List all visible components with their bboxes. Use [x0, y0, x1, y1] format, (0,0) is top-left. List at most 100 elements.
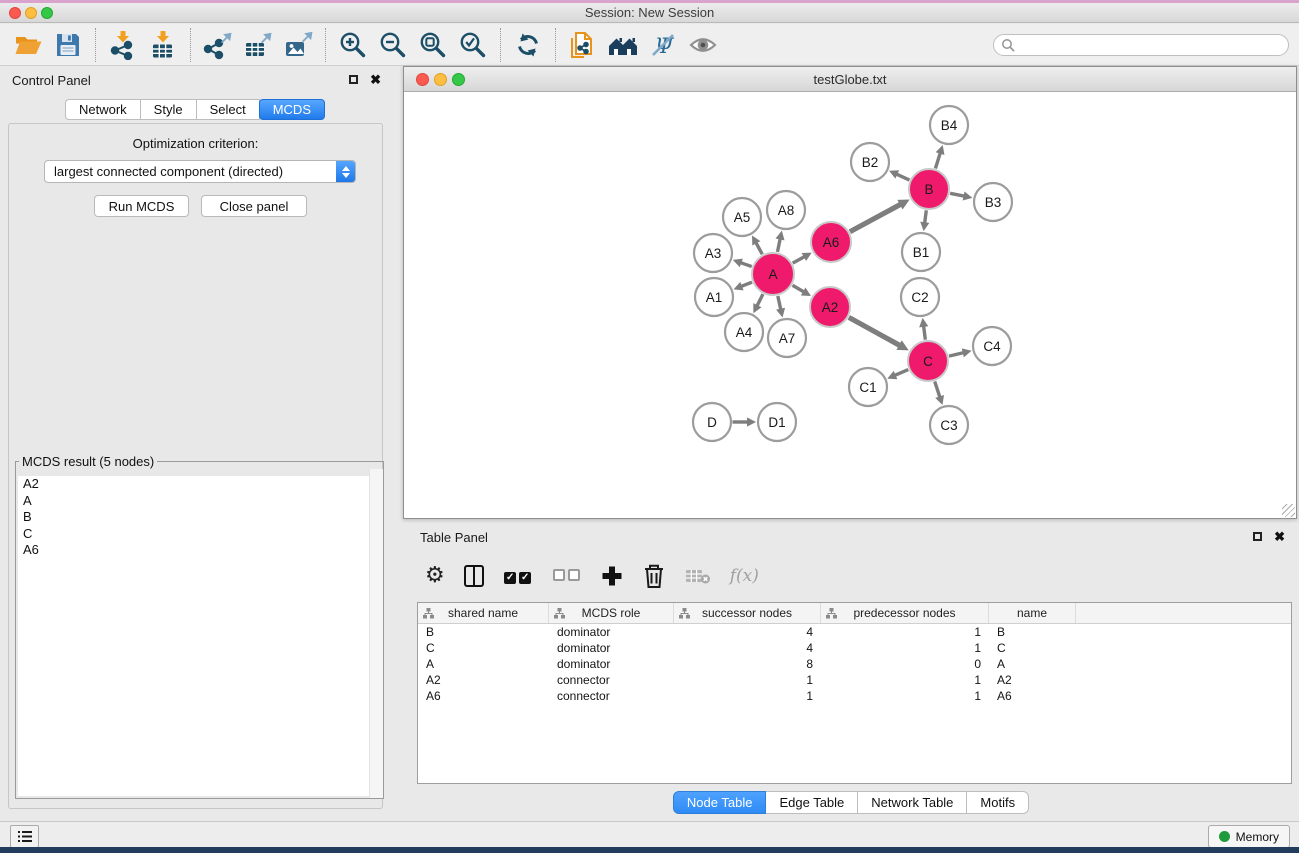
export-image-button[interactable] — [280, 28, 316, 62]
table-cell[interactable]: A — [989, 656, 1076, 672]
graph-node-A[interactable]: A — [752, 253, 794, 295]
graph-edge-B-B1[interactable] — [925, 210, 927, 223]
network-graph[interactable]: B4B2BB3A8A5A6B1A3AA1C2A2A4A7C4CC1C3DD1 — [404, 93, 1296, 518]
export-table-button[interactable] — [240, 28, 276, 62]
graph-node-D[interactable]: D — [693, 403, 731, 441]
table-cell[interactable]: 1 — [821, 672, 989, 688]
graph-node-B4[interactable]: B4 — [930, 106, 968, 144]
table-cell[interactable]: connector — [549, 672, 674, 688]
table-row[interactable]: Adominator80A — [418, 656, 1291, 672]
table-cell[interactable]: 4 — [674, 624, 821, 640]
run-mcds-button[interactable]: Run MCDS — [94, 195, 189, 217]
table-cell[interactable]: dominator — [549, 656, 674, 672]
graph-edge-A-A7[interactable] — [778, 296, 781, 310]
table-cell[interactable]: 1 — [821, 624, 989, 640]
tab-network-table[interactable]: Network Table — [858, 791, 967, 814]
table-cell[interactable]: 4 — [674, 640, 821, 656]
graph-node-C[interactable]: C — [908, 341, 948, 381]
delete-table-button[interactable] — [685, 566, 711, 586]
table-cell[interactable]: A6 — [989, 688, 1076, 704]
network-from-clipboard-button[interactable] — [565, 28, 601, 62]
graph-edge-B-B3[interactable] — [950, 193, 965, 196]
graph-node-B1[interactable]: B1 — [902, 233, 940, 271]
show-columns-button[interactable] — [464, 565, 484, 587]
mcds-result-item[interactable]: A2 — [18, 476, 381, 493]
table-cell[interactable]: 0 — [821, 656, 989, 672]
graph-node-C3[interactable]: C3 — [930, 406, 968, 444]
hide-graphics-details-button[interactable]: Ψ — [645, 28, 681, 62]
float-panel-icon[interactable] — [349, 75, 358, 84]
graph-node-A8[interactable]: A8 — [767, 191, 805, 229]
memory-button[interactable]: Memory — [1208, 825, 1290, 848]
table-cell[interactable]: dominator — [549, 640, 674, 656]
zoom-selected-button[interactable] — [455, 28, 491, 62]
export-network-button[interactable] — [200, 28, 236, 62]
column-header-mcds-role[interactable]: MCDS role — [549, 603, 674, 623]
tab-network[interactable]: Network — [65, 99, 141, 120]
graph-edge-A-A4[interactable] — [757, 294, 763, 306]
network-minimize-button[interactable] — [434, 73, 447, 86]
table-cell[interactable]: B — [418, 624, 549, 640]
table-cell[interactable]: 1 — [821, 688, 989, 704]
close-window-button[interactable] — [9, 7, 21, 19]
column-header-shared-name[interactable]: shared name — [418, 603, 549, 623]
mcds-result-item[interactable]: C — [18, 526, 381, 543]
function-builder-button[interactable]: f(x) — [730, 566, 759, 586]
graph-node-A4[interactable]: A4 — [725, 313, 763, 351]
graph-node-D1[interactable]: D1 — [758, 403, 796, 441]
minimize-window-button[interactable] — [25, 7, 37, 19]
table-cell[interactable]: 1 — [821, 640, 989, 656]
zoom-in-button[interactable] — [335, 28, 371, 62]
column-header-successor-nodes[interactable]: successor nodes — [674, 603, 821, 623]
table-cell[interactable]: A6 — [418, 688, 549, 704]
zoom-fit-button[interactable] — [415, 28, 451, 62]
panel-menu-button[interactable] — [10, 825, 39, 848]
graph-edge-A-A6[interactable] — [793, 256, 805, 263]
table-cell[interactable]: A2 — [989, 672, 1076, 688]
table-cell[interactable]: dominator — [549, 624, 674, 640]
network-canvas[interactable]: B4B2BB3A8A5A6B1A3AA1C2A2A4A7C4CC1C3DD1 — [404, 93, 1296, 518]
graph-node-C1[interactable]: C1 — [849, 368, 887, 406]
result-list-scrollbar[interactable] — [369, 469, 383, 798]
table-cell[interactable]: C — [989, 640, 1076, 656]
select-all-columns-button[interactable]: ✓✓ — [503, 568, 533, 584]
tab-motifs[interactable]: Motifs — [967, 791, 1029, 814]
graph-node-B2[interactable]: B2 — [851, 143, 889, 181]
table-cell[interactable]: 1 — [674, 688, 821, 704]
zoom-out-button[interactable] — [375, 28, 411, 62]
graph-edge-C-C3[interactable] — [935, 381, 940, 397]
cybrowser-home-button[interactable] — [605, 28, 641, 62]
table-cell[interactable]: 8 — [674, 656, 821, 672]
tab-mcds[interactable]: MCDS — [259, 99, 325, 120]
graph-node-A3[interactable]: A3 — [694, 234, 732, 272]
column-header-predecessor-nodes[interactable]: predecessor nodes — [821, 603, 989, 623]
tab-select[interactable]: Select — [197, 99, 260, 120]
network-close-button[interactable] — [416, 73, 429, 86]
tab-node-table[interactable]: Node Table — [673, 791, 767, 814]
graph-node-A7[interactable]: A7 — [768, 319, 806, 357]
graph-edge-B-B4[interactable] — [935, 153, 940, 169]
import-network-button[interactable] — [105, 28, 141, 62]
table-row[interactable]: A2connector11A2 — [418, 672, 1291, 688]
table-cell[interactable]: B — [989, 624, 1076, 640]
graph-edge-A-A3[interactable] — [740, 263, 751, 267]
table-cell[interactable]: connector — [549, 688, 674, 704]
close-panel-button[interactable]: Close panel — [201, 195, 307, 217]
graph-edge-A-A2[interactable] — [792, 285, 804, 292]
graph-edge-A6-B[interactable] — [850, 204, 901, 232]
table-settings-button[interactable]: ⚙ — [425, 564, 445, 588]
mcds-result-item[interactable]: B — [18, 509, 381, 526]
search-input[interactable] — [1015, 38, 1281, 52]
save-session-button[interactable] — [50, 28, 86, 62]
zoom-window-button[interactable] — [41, 7, 53, 19]
show-hide-details-button[interactable] — [685, 28, 721, 62]
graph-node-B[interactable]: B — [909, 169, 949, 209]
resize-grip-icon[interactable] — [1282, 504, 1295, 517]
table-row[interactable]: A6connector11A6 — [418, 688, 1291, 704]
table-cell[interactable]: A2 — [418, 672, 549, 688]
graph-node-A6[interactable]: A6 — [811, 222, 851, 262]
delete-column-button[interactable] — [642, 563, 666, 589]
graph-edge-C-C4[interactable] — [949, 353, 964, 356]
graph-edge-A-A1[interactable] — [741, 282, 752, 286]
search-box[interactable] — [993, 34, 1289, 56]
